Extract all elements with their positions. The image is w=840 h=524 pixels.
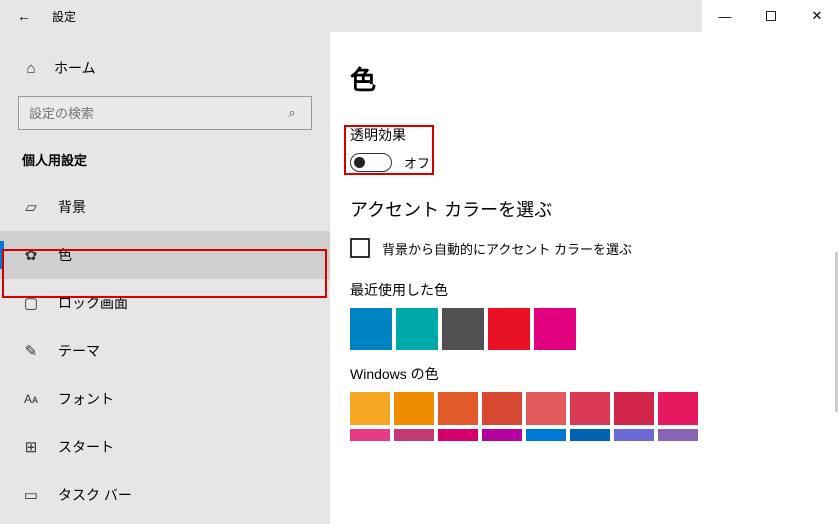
sidebar-item-lockscreen[interactable]: ▢ ロック画面 — [0, 279, 330, 327]
picture-icon: ▱ — [22, 198, 40, 216]
recent-colors — [350, 308, 836, 350]
sidebar-item-label: 背景 — [58, 197, 86, 217]
auto-accent-row[interactable]: 背景から自動的にアクセント カラーを選ぶ — [350, 238, 836, 258]
sidebar-item-background[interactable]: ▱ 背景 — [0, 183, 330, 231]
color-swatch[interactable] — [482, 429, 522, 441]
color-swatch[interactable] — [534, 308, 576, 350]
sidebar-item-fonts[interactable]: Aᴀ フォント — [0, 375, 330, 423]
close-button[interactable]: ✕ — [794, 0, 840, 32]
scrollbar[interactable] — [835, 252, 838, 412]
home-icon: ⌂ — [22, 59, 40, 77]
color-swatch[interactable] — [614, 429, 654, 441]
sidebar-item-label: フォント — [58, 389, 114, 409]
content-area: 色 透明効果 オフ アクセント カラーを選ぶ 背景から自動的にアクセント カラー… — [330, 32, 840, 524]
transparency-label: 透明効果 — [350, 125, 836, 145]
category-title: 個人用設定 — [0, 150, 330, 183]
search-input[interactable] — [29, 106, 283, 121]
home-label: ホーム — [54, 58, 96, 78]
sidebar-item-label: タスク バー — [58, 485, 132, 505]
theme-icon: ✎ — [22, 342, 40, 360]
search-box[interactable]: ⌕ — [18, 96, 312, 130]
color-swatch[interactable] — [658, 429, 698, 441]
sidebar-item-colors[interactable]: ✿ 色 — [0, 231, 330, 279]
color-swatch[interactable] — [570, 429, 610, 441]
auto-accent-checkbox[interactable] — [350, 238, 370, 258]
sidebar-item-taskbar[interactable]: ▭ タスク バー — [0, 471, 330, 519]
window-title: 設定 — [48, 8, 76, 25]
minimize-button[interactable]: — — [702, 0, 748, 32]
sidebar-item-label: テーマ — [58, 341, 100, 361]
color-swatch[interactable] — [394, 392, 434, 425]
start-icon: ⊞ — [22, 438, 40, 456]
font-icon: Aᴀ — [22, 390, 40, 408]
sidebar-item-start[interactable]: ⊞ スタート — [0, 423, 330, 471]
accent-heading: アクセント カラーを選ぶ — [350, 196, 836, 222]
color-swatch[interactable] — [350, 429, 390, 441]
color-swatch[interactable] — [396, 308, 438, 350]
color-swatch[interactable] — [350, 308, 392, 350]
sidebar-item-label: ロック画面 — [58, 293, 128, 313]
color-swatch[interactable] — [526, 392, 566, 425]
color-swatch[interactable] — [438, 392, 478, 425]
transparency-toggle[interactable] — [350, 153, 392, 172]
page-title: 色 — [350, 60, 836, 97]
color-swatch[interactable] — [658, 392, 698, 425]
sidebar-item-themes[interactable]: ✎ テーマ — [0, 327, 330, 375]
auto-accent-label: 背景から自動的にアクセント カラーを選ぶ — [382, 239, 632, 258]
back-button[interactable]: ← — [0, 8, 48, 24]
color-swatch[interactable] — [570, 392, 610, 425]
title-bar: ← 設定 — ✕ — [0, 0, 840, 32]
maximize-button[interactable] — [748, 0, 794, 32]
color-swatch[interactable] — [526, 429, 566, 441]
home-link[interactable]: ⌂ ホーム — [0, 50, 330, 92]
toggle-state-label: オフ — [404, 153, 430, 172]
sidebar: ⌂ ホーム ⌕ 個人用設定 ▱ 背景 ✿ 色 ▢ ロック画面 ✎ テーマ Aᴀ … — [0, 32, 330, 524]
sidebar-item-label: スタート — [58, 437, 114, 457]
color-swatch[interactable] — [438, 429, 478, 441]
color-swatch[interactable] — [442, 308, 484, 350]
search-icon: ⌕ — [283, 104, 301, 122]
recent-colors-label: 最近使用した色 — [350, 280, 836, 300]
color-swatch[interactable] — [482, 392, 522, 425]
transparency-toggle-row: オフ — [350, 153, 836, 172]
taskbar-icon: ▭ — [22, 486, 40, 504]
sidebar-item-label: 色 — [58, 245, 72, 265]
windows-colors-grid — [350, 392, 836, 441]
color-swatch[interactable] — [614, 392, 654, 425]
lock-screen-icon: ▢ — [22, 294, 40, 312]
palette-icon: ✿ — [22, 246, 40, 264]
color-swatch[interactable] — [394, 429, 434, 441]
color-swatch[interactable] — [488, 308, 530, 350]
windows-colors-label: Windows の色 — [350, 364, 836, 384]
color-swatch[interactable] — [350, 392, 390, 425]
